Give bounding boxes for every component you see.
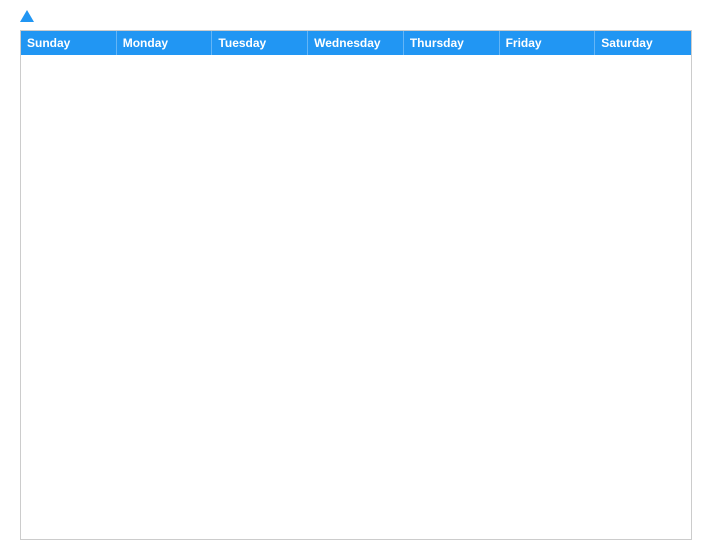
logo	[20, 10, 36, 22]
weeks-container	[21, 55, 691, 539]
day-header-friday: Friday	[500, 31, 596, 55]
header	[20, 10, 692, 22]
day-header-sunday: Sunday	[21, 31, 117, 55]
day-header-thursday: Thursday	[404, 31, 500, 55]
logo-blue-text	[20, 10, 36, 22]
calendar: SundayMondayTuesdayWednesdayThursdayFrid…	[20, 30, 692, 540]
day-header-monday: Monday	[117, 31, 213, 55]
day-header-tuesday: Tuesday	[212, 31, 308, 55]
page: SundayMondayTuesdayWednesdayThursdayFrid…	[0, 0, 712, 550]
logo-triangle-icon	[20, 10, 34, 22]
day-header-saturday: Saturday	[595, 31, 691, 55]
days-header: SundayMondayTuesdayWednesdayThursdayFrid…	[21, 31, 691, 55]
day-header-wednesday: Wednesday	[308, 31, 404, 55]
